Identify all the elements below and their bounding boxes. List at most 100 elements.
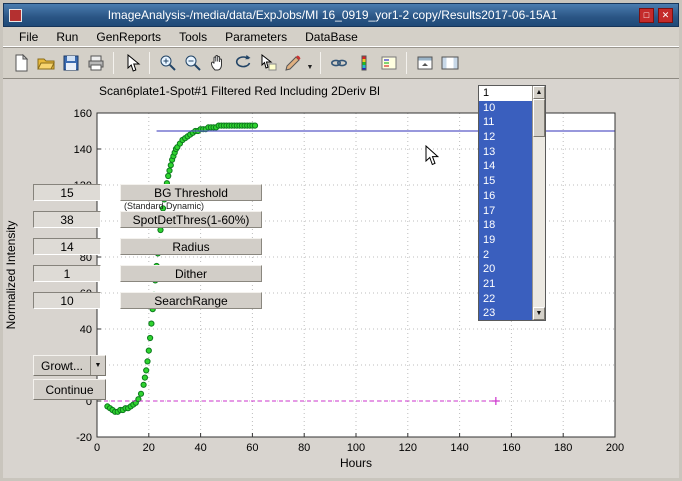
- brush-menu-caret-icon[interactable]: ▼: [305, 52, 315, 75]
- svg-text:Scan6plate1-Spot#1 Filtered Re: Scan6plate1-Spot#1 Filtered Red Includin…: [99, 84, 380, 98]
- dither-field[interactable]: [33, 265, 101, 282]
- list-item-22[interactable]: 22: [479, 292, 532, 307]
- toolbar-separator: [406, 52, 407, 74]
- list-item-21[interactable]: 21: [479, 277, 532, 292]
- scan-list-popup[interactable]: 110111213141516171819220212223 ▲ ▼: [478, 85, 546, 321]
- continue-label: Continue: [34, 383, 105, 397]
- rotate-3d-icon: [234, 54, 252, 72]
- list-item-2[interactable]: 2: [479, 248, 532, 263]
- scan-list-items: 110111213141516171819220212223: [479, 86, 532, 320]
- bg-threshold-label: BG Threshold: [120, 184, 262, 201]
- scroll-down-icon[interactable]: ▼: [533, 307, 545, 320]
- maximize-button[interactable]: □: [639, 8, 654, 23]
- growth-type-dropdown[interactable]: Growt... ▼: [33, 355, 106, 376]
- insert-legend-icon: [380, 54, 398, 72]
- list-item-18[interactable]: 18: [479, 218, 532, 233]
- svg-text:-20: -20: [76, 432, 92, 444]
- edit-plot-icon: [123, 54, 141, 72]
- toolbar-separator: [320, 52, 321, 74]
- save-figure-icon: [62, 54, 80, 72]
- link-plot-button[interactable]: [327, 52, 350, 75]
- rotate-3d-button[interactable]: [231, 52, 254, 75]
- scrollbar[interactable]: ▲ ▼: [532, 86, 545, 320]
- zoom-out-icon: [184, 54, 202, 72]
- open-file-button[interactable]: [34, 52, 57, 75]
- title-bar[interactable]: ImageAnalysis-/media/data/ExpJobs/MI 16_…: [3, 3, 679, 27]
- list-item-13[interactable]: 13: [479, 145, 532, 160]
- mouse-cursor: [425, 145, 439, 171]
- toolbar-separator: [149, 52, 150, 74]
- svg-text:140: 140: [74, 144, 92, 156]
- new-figure-button[interactable]: [9, 52, 32, 75]
- svg-text:80: 80: [298, 442, 310, 454]
- svg-text:40: 40: [194, 442, 206, 454]
- dither-label: Dither: [120, 265, 262, 282]
- svg-text:0: 0: [94, 442, 100, 454]
- open-file-icon: [37, 54, 55, 72]
- bg-threshold-field[interactable]: [33, 184, 101, 201]
- new-figure-icon: [12, 54, 30, 72]
- pan-icon: [209, 54, 227, 72]
- print-figure-button[interactable]: [84, 52, 107, 75]
- edit-plot-button[interactable]: [120, 52, 143, 75]
- svg-text:160: 160: [502, 442, 520, 454]
- list-item-1[interactable]: 1: [479, 86, 532, 101]
- scrollbar-track[interactable]: [533, 99, 545, 307]
- save-figure-button[interactable]: [59, 52, 82, 75]
- brush-icon: [284, 54, 302, 72]
- pan-button[interactable]: [206, 52, 229, 75]
- list-item-19[interactable]: 19: [479, 233, 532, 248]
- hide-plot-tools-button[interactable]: [413, 52, 436, 75]
- chevron-down-icon[interactable]: ▼: [90, 356, 105, 375]
- list-item-14[interactable]: 14: [479, 159, 532, 174]
- window-icon: [9, 9, 22, 22]
- continue-button[interactable]: Continue: [33, 379, 106, 400]
- data-cursor-button[interactable]: [256, 52, 279, 75]
- svg-text:100: 100: [347, 442, 365, 454]
- svg-text:180: 180: [554, 442, 572, 454]
- insert-legend-button[interactable]: [377, 52, 400, 75]
- window-title: ImageAnalysis-/media/data/ExpJobs/MI 16_…: [30, 8, 635, 22]
- zoom-in-icon: [159, 54, 177, 72]
- svg-text:160: 160: [74, 108, 92, 120]
- toolbar: ▼: [3, 47, 679, 79]
- close-button[interactable]: ✕: [658, 8, 673, 23]
- menu-run[interactable]: Run: [47, 28, 87, 46]
- growth-plot: 020406080100120140160180200-200204060801…: [3, 79, 679, 478]
- list-item-15[interactable]: 15: [479, 174, 532, 189]
- scrollbar-thumb[interactable]: [533, 99, 545, 137]
- list-item-10[interactable]: 10: [479, 101, 532, 116]
- show-plot-tools-button[interactable]: [438, 52, 461, 75]
- list-item-17[interactable]: 17: [479, 204, 532, 219]
- growth-type-label: Growt...: [34, 359, 90, 373]
- spotdetthres-1-60-field[interactable]: [33, 211, 101, 228]
- radius-label: Radius: [120, 238, 262, 255]
- menu-bar: FileRunGenReportsToolsParametersDataBase: [3, 27, 679, 47]
- svg-text:140: 140: [450, 442, 468, 454]
- menu-tools[interactable]: Tools: [170, 28, 216, 46]
- menu-parameters[interactable]: Parameters: [216, 28, 296, 46]
- menu-genreports[interactable]: GenReports: [87, 28, 170, 46]
- scroll-up-icon[interactable]: ▲: [533, 86, 545, 99]
- list-item-20[interactable]: 20: [479, 262, 532, 277]
- spotdetthres-1-60-label: SpotDetThres(1-60%): [120, 211, 262, 228]
- searchrange-field[interactable]: [33, 292, 101, 309]
- hide-plot-tools-icon: [416, 54, 434, 72]
- searchrange-label: SearchRange: [120, 292, 262, 309]
- svg-text:Normalized Intensity: Normalized Intensity: [4, 221, 18, 330]
- link-plot-icon: [330, 54, 348, 72]
- insert-colorbar-button[interactable]: [352, 52, 375, 75]
- list-item-12[interactable]: 12: [479, 130, 532, 145]
- svg-text:Hours: Hours: [340, 456, 372, 470]
- show-plot-tools-icon: [441, 54, 459, 72]
- brush-button[interactable]: [281, 52, 304, 75]
- menu-file[interactable]: File: [10, 28, 47, 46]
- list-item-11[interactable]: 11: [479, 115, 532, 130]
- list-item-16[interactable]: 16: [479, 189, 532, 204]
- list-item-23[interactable]: 23: [479, 306, 532, 320]
- radius-field[interactable]: [33, 238, 101, 255]
- zoom-in-button[interactable]: [156, 52, 179, 75]
- menu-database[interactable]: DataBase: [296, 28, 367, 46]
- svg-text:200: 200: [606, 442, 624, 454]
- zoom-out-button[interactable]: [181, 52, 204, 75]
